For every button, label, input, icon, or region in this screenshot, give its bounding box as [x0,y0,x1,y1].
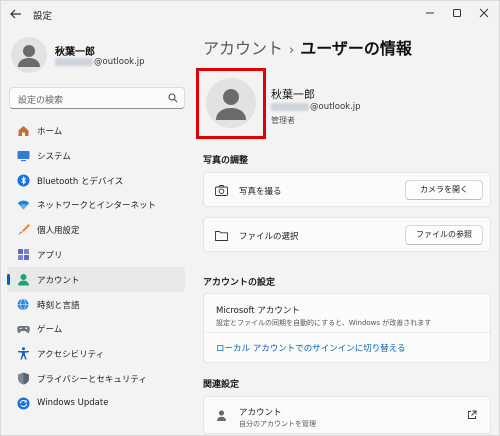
divider [204,332,490,333]
user-email: @outlook.jp [271,102,361,112]
sidebar-item-personalization[interactable]: 個人用設定 [7,217,185,242]
apps-icon [18,248,29,260]
user-name: 秋葉一郎 [271,88,315,101]
sidebar-item-apps[interactable]: アプリ [7,242,185,267]
profile-email: @outlook.jp [55,57,145,67]
globe-clock-icon [17,298,29,310]
section-title-related: 関連設定 [203,380,240,390]
shield-icon [18,372,29,385]
browse-files-button[interactable]: ファイルの参照 [405,225,483,245]
section-title-account-settings: アカウントの設定 [203,278,276,288]
open-camera-button[interactable]: カメラを開く [405,180,483,200]
wifi-icon [17,201,30,210]
minimize-icon[interactable] [421,5,439,21]
account-icon [217,410,226,421]
related-accounts-row[interactable]: アカウント 自分のアカウントを管理 [203,396,491,434]
take-photo-row: 写真を撮る カメラを開く [203,172,491,207]
redacted-email [271,102,309,111]
choose-file-label: ファイルの選択 [239,232,299,242]
profile-name: 秋葉一郎 [55,47,95,58]
choose-file-row: ファイルの選択 ファイルの参照 [203,217,491,252]
sidebar-item-gaming[interactable]: ゲーム [7,316,185,341]
system-icon [17,150,30,161]
switch-to-local-account-link[interactable]: ローカル アカウントでのサインインに切り替える [216,342,405,354]
section-title-photo: 写真の調整 [203,156,249,166]
search-icon [168,93,178,103]
maximize-icon[interactable] [448,5,466,21]
user-avatar-highlight [196,68,266,139]
person-icon [216,89,246,120]
microsoft-account-title: Microsoft アカウント [216,306,300,316]
accessibility-icon [18,347,29,360]
related-accounts-title: アカウント [239,408,282,418]
related-accounts-description: 自分のアカウントを管理 [239,420,316,428]
update-icon [17,397,30,410]
home-icon [18,126,29,136]
sidebar-item-bluetooth[interactable]: Bluetooth とデバイス [7,168,185,193]
redacted-email [55,57,93,66]
breadcrumb-separator: › [289,43,295,58]
brush-icon [18,224,30,236]
sidebar-item-home[interactable]: ホーム [7,118,185,143]
camera-icon [215,185,228,196]
sidebar-item-accounts[interactable]: アカウント [7,266,185,292]
close-icon[interactable] [475,5,493,21]
nav-list: ホーム システム Bluetooth とデバイス ネットワークとインターネット … [7,118,185,416]
search-input[interactable]: 設定の検索 [18,93,63,106]
sidebar-item-network[interactable]: ネットワークとインターネット [7,192,185,217]
user-avatar[interactable] [206,78,256,128]
gamepad-icon [17,326,30,334]
breadcrumb-parent[interactable]: アカウント [203,39,283,58]
breadcrumb: アカウント › ユーザーの情報 [203,35,412,59]
page-title: ユーザーの情報 [300,39,412,58]
folder-icon [215,231,228,241]
avatar [11,37,47,73]
account-icon [18,273,29,286]
title-bar: 設定 [1,1,500,27]
take-photo-label: 写真を撮る [239,187,282,197]
sidebar: 秋葉一郎 @outlook.jp 設定の検索 ホーム システム Bluetoot… [1,27,194,436]
sidebar-item-windows-update[interactable]: Windows Update [7,391,185,416]
settings-window: 設定 秋葉一郎 @outlook.jp 設定の検索 ホーム システム Bluet… [0,0,500,436]
external-link-icon [468,410,477,419]
sidebar-item-system[interactable]: システム [7,143,185,168]
microsoft-account-description: 設定とファイルの同期を自動的にすると、Windows が改善されます [216,319,432,327]
bluetooth-icon [17,174,30,187]
app-title: 設定 [33,11,53,22]
back-arrow-icon[interactable] [9,7,23,21]
person-icon [18,45,40,67]
user-role: 管理者 [271,116,295,125]
sidebar-item-privacy[interactable]: プライバシーとセキュリティ [7,366,185,391]
sidebar-item-accessibility[interactable]: アクセシビリティ [7,341,185,366]
search-box[interactable]: 設定の検索 [9,87,185,109]
sidebar-item-time-language[interactable]: 時刻と言語 [7,292,185,317]
microsoft-account-card: Microsoft アカウント 設定とファイルの同期を自動的にすると、Windo… [203,293,491,363]
main-content: アカウント › ユーザーの情報 秋葉一郎 @outlook.jp 管理者 写真の調整… [194,27,500,436]
